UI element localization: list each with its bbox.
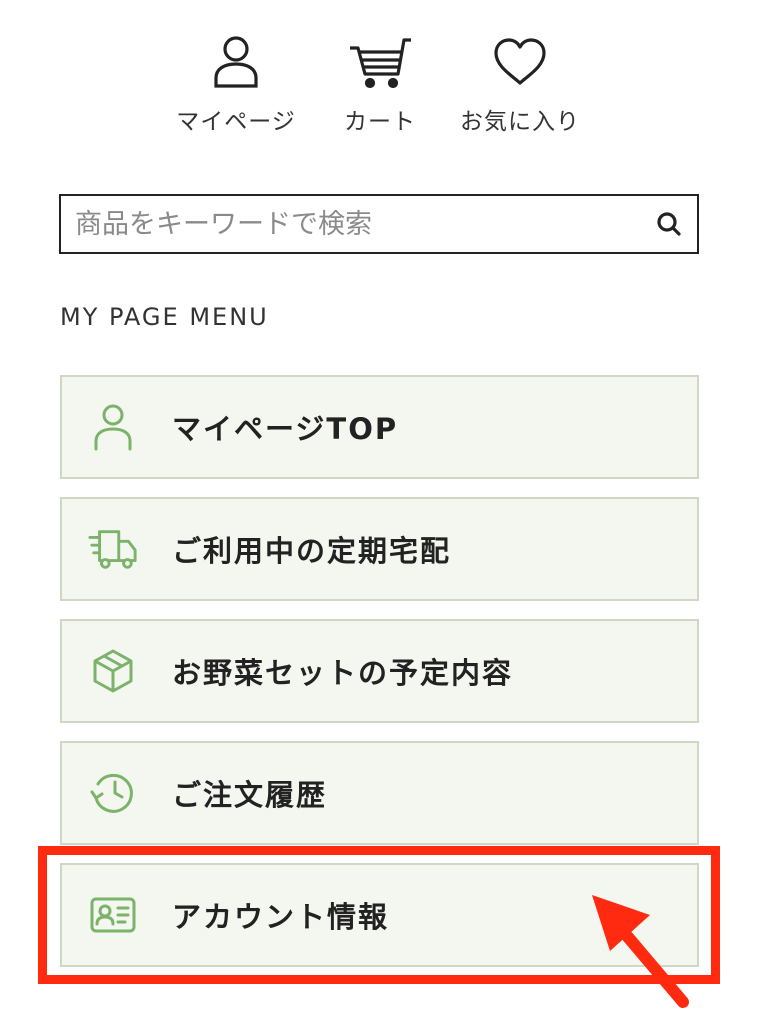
- heart-icon: [488, 30, 552, 94]
- cart-icon: [348, 30, 412, 94]
- nav-mypage-link[interactable]: マイページ: [172, 30, 300, 136]
- menu-item-subscription-delivery[interactable]: ご利用中の定期宅配: [60, 497, 699, 601]
- menu-item-order-history[interactable]: ご注文履歴: [60, 741, 699, 845]
- user-icon: [88, 402, 138, 452]
- history-icon: [88, 768, 138, 818]
- search-box: [59, 194, 699, 254]
- search-button[interactable]: [651, 206, 687, 242]
- nav-favorites-link[interactable]: お気に入り: [455, 30, 585, 136]
- nav-cart-label: カート: [344, 109, 416, 135]
- nav-cart-link[interactable]: カート: [335, 30, 425, 136]
- top-nav: マイページ カート お気に入り: [0, 30, 758, 140]
- user-icon: [204, 30, 268, 94]
- menu-item-label: ご注文履歴: [172, 778, 328, 812]
- menu-item-mypage-top[interactable]: マイページTOP: [60, 375, 699, 479]
- menu-item-label: お野菜セットの予定内容: [172, 656, 514, 690]
- nav-favorites-label: お気に入り: [460, 109, 580, 135]
- search-input[interactable]: [75, 196, 635, 252]
- menu-item-account-info[interactable]: アカウント情報: [60, 863, 699, 967]
- menu-item-label: アカウント情報: [172, 900, 390, 934]
- delivery-truck-icon: [88, 524, 138, 574]
- menu-item-label: ご利用中の定期宅配: [172, 534, 452, 568]
- nav-mypage-label: マイページ: [176, 109, 296, 135]
- id-card-icon: [88, 890, 138, 940]
- search-icon: [657, 212, 681, 236]
- menu-item-vegetable-set-schedule[interactable]: お野菜セットの予定内容: [60, 619, 699, 723]
- menu-title: MY PAGE MENU: [60, 303, 269, 331]
- menu-item-label: マイページTOP: [172, 412, 399, 446]
- box-icon: [88, 646, 138, 696]
